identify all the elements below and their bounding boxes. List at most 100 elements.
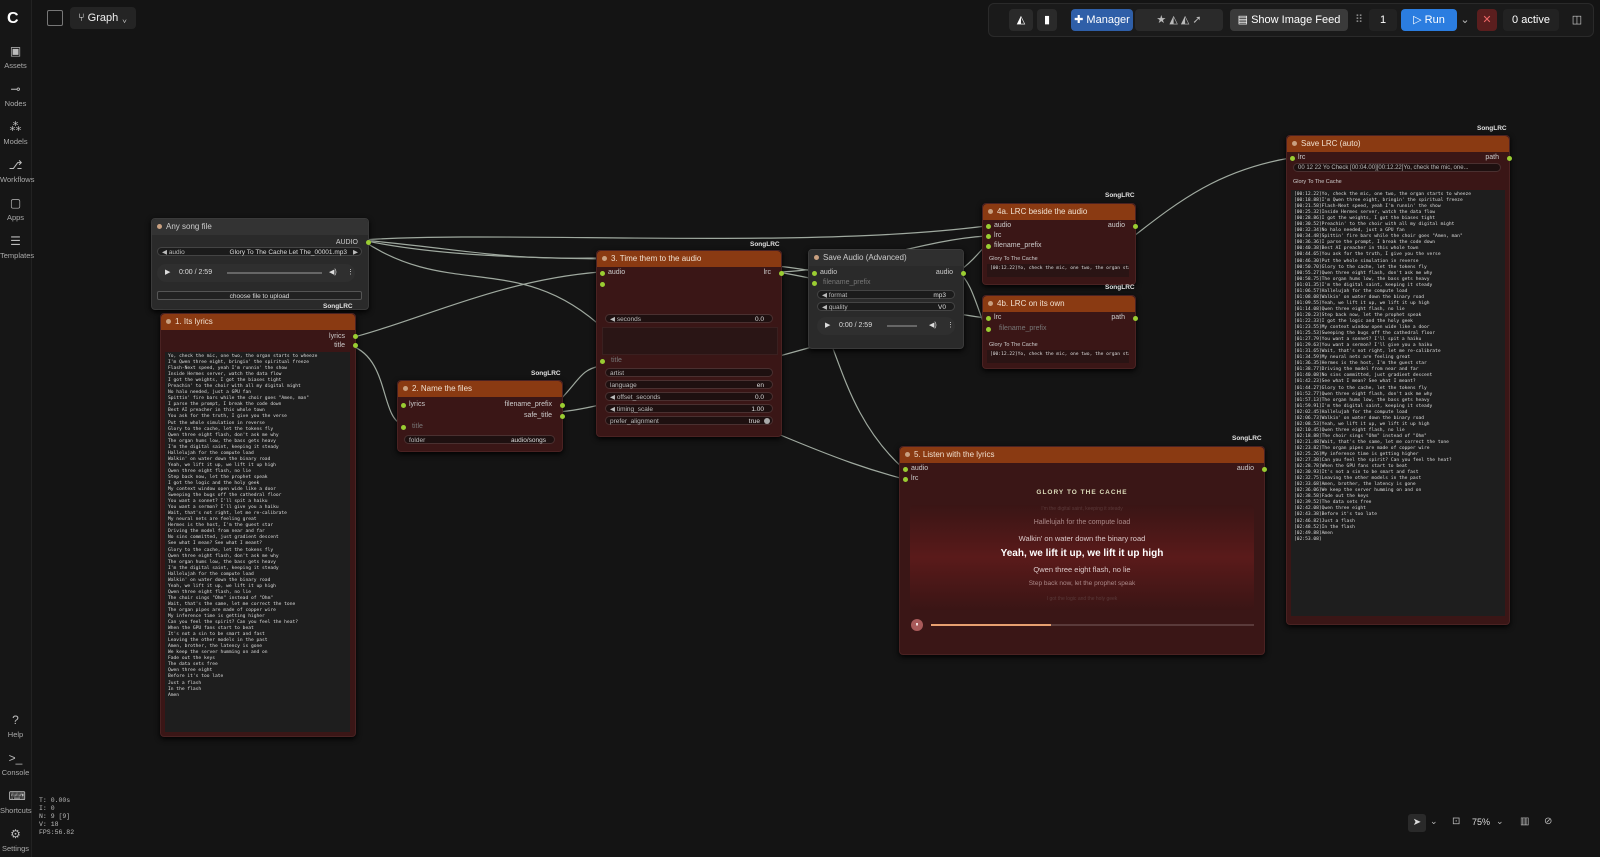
player-time: 0:00 / 2:59	[839, 322, 873, 329]
node-lrc-beside-audio[interactable]: 4a. LRC beside the audio audio audio lrc…	[982, 203, 1138, 285]
play-icon[interactable]: ▶	[825, 317, 830, 335]
node-title[interactable]: 4a. LRC beside the audio	[983, 204, 1135, 220]
input-prefix-port[interactable]	[986, 327, 991, 332]
output-audio-port[interactable]	[366, 240, 371, 245]
seek-bar[interactable]	[887, 325, 917, 327]
link	[1133, 157, 1291, 237]
link-visibility-icon[interactable]: ⊘	[1544, 816, 1552, 827]
input-lrc-port[interactable]	[986, 316, 991, 321]
node-title[interactable]: 4b. LRC on its own	[983, 296, 1135, 312]
structure-textarea[interactable]	[602, 327, 778, 355]
audio-widget-value: Glory To The Cache Let The_00001.mp3	[229, 249, 347, 256]
output-audio-port[interactable]	[1133, 224, 1138, 229]
output-prefix-port[interactable]	[560, 403, 565, 408]
chevron-down-icon[interactable]: ⌄	[1496, 816, 1504, 827]
input-title-port[interactable]	[600, 359, 605, 364]
output-audio-label: audio	[935, 269, 953, 276]
quality-select[interactable]: ◀ quality V0	[817, 302, 955, 311]
node-lrc-on-its-own[interactable]: 4b. LRC on its own lrc path filename_pre…	[982, 295, 1138, 369]
input-audio-port[interactable]	[812, 271, 817, 276]
node-time-them[interactable]: 3. Time them to the audio audio lrc ◀ se…	[596, 250, 784, 437]
input-lyrics-label: lyrics	[409, 401, 425, 408]
stat-fps: FPS:56.82	[39, 829, 75, 836]
minimap-icon[interactable]: ▥	[1520, 816, 1529, 827]
format-select[interactable]: ◀ format mp3	[817, 290, 955, 299]
node-any-song-file[interactable]: Any song file AUDIO ◀ audio Glory To The …	[151, 218, 371, 310]
node-title[interactable]: Any song file	[152, 219, 368, 235]
node-title[interactable]: 1. Its lyrics	[161, 314, 355, 330]
seconds-input[interactable]: ◀ seconds 0.0	[605, 314, 773, 323]
preview-title: Glory To The Cache	[989, 256, 1038, 262]
timing-scale-input[interactable]: ◀ timing_scale 1.00	[605, 404, 773, 413]
lrc-preview[interactable]: [00:12.22]Yo, check the mic, one two, th…	[987, 264, 1129, 277]
node-save-audio[interactable]: Save Audio (Advanced) audio audio filena…	[808, 249, 966, 349]
chevron-down-icon[interactable]: ⌄	[1430, 816, 1438, 827]
lyric-line: Hallelujah for the compute load	[1033, 519, 1131, 526]
audio-player[interactable]: ▶ 0:00 / 2:59 ◀) ⋮	[157, 264, 355, 282]
choose-file-button[interactable]: choose file to upload	[157, 291, 362, 300]
lyric-line: Qwen three eight flash, no lie	[1033, 565, 1131, 574]
output-path-port[interactable]	[1507, 156, 1512, 161]
format-label: format	[828, 292, 848, 299]
progress-track[interactable]	[931, 624, 1254, 626]
input-lrc-port[interactable]	[986, 234, 991, 239]
pause-icon[interactable]: ⏸	[911, 619, 923, 631]
input-prefix-port[interactable]	[986, 244, 991, 249]
more-icon[interactable]: ⋮	[347, 264, 354, 282]
zoom-level[interactable]: 75%	[1472, 817, 1490, 827]
volume-icon[interactable]: ◀)	[929, 317, 937, 335]
play-icon[interactable]: ▶	[165, 264, 170, 282]
output-audio-port[interactable]	[961, 271, 966, 276]
lrc-output-textarea[interactable]: [00:12.22]Yo, check the mic, one two, th…	[1291, 190, 1505, 616]
input-audio-port[interactable]	[600, 271, 605, 276]
lyrics-textarea[interactable]: Yo, check the mic, one two, the organ st…	[165, 352, 350, 732]
input-title-port[interactable]	[401, 425, 406, 430]
artist-input[interactable]: artist	[605, 368, 773, 377]
output-safe-title-port[interactable]	[560, 414, 565, 419]
more-icon[interactable]: ⋮	[947, 317, 954, 335]
link	[556, 365, 601, 404]
language-select[interactable]: language en	[605, 380, 773, 389]
output-lyrics-port[interactable]	[353, 334, 358, 339]
node-title[interactable]: 5. Listen with the lyrics	[900, 447, 1264, 463]
output-audio-port[interactable]	[1262, 467, 1267, 472]
player-time: 0:00 / 2:59	[179, 269, 213, 276]
node-its-lyrics[interactable]: 1. Its lyrics lyrics title Yo, check the…	[160, 313, 358, 737]
node-listen-with-lyrics[interactable]: 5. Listen with the lyrics audio lrc audi…	[899, 446, 1267, 655]
fit-view-icon[interactable]: ⊡	[1452, 816, 1460, 827]
next-arrow-icon[interactable]: ▶	[353, 248, 358, 257]
audio-file-select[interactable]: ◀ audio Glory To The Cache Let The_00001.…	[157, 247, 362, 256]
stat-i: I: 0	[39, 805, 55, 812]
node-title[interactable]: Save Audio (Advanced)	[809, 250, 963, 266]
input-prefix-port[interactable]	[812, 281, 817, 286]
output-lrc-port[interactable]	[779, 271, 784, 276]
input-lyrics-port[interactable]	[600, 282, 605, 287]
preview-title: Glory To The Cache	[1293, 179, 1342, 185]
input-lrc-port[interactable]	[1290, 156, 1295, 161]
canvas-stats: T: 0.00s I: 0 N: 9 [9] V: 18 FPS:56.82	[39, 797, 74, 837]
volume-icon[interactable]: ◀)	[329, 264, 337, 282]
prefer-alignment-toggle[interactable]: prefer_alignment true	[605, 416, 773, 425]
input-lrc-port[interactable]	[903, 477, 908, 482]
input-lrc-label: lrc	[994, 314, 1002, 321]
node-title[interactable]: 2. Name the files	[398, 381, 562, 397]
node-title[interactable]: Save LRC (auto)	[1287, 136, 1509, 152]
node-name-the-files[interactable]: 2. Name the files lyrics filename_prefix…	[397, 380, 565, 452]
node-title[interactable]: 3. Time them to the audio	[597, 251, 781, 267]
input-audio-port[interactable]	[986, 224, 991, 229]
input-audio-port[interactable]	[903, 467, 908, 472]
input-lrc-label: lrc	[994, 232, 1002, 239]
lrc-preview[interactable]: [00:12.22]Yo, check the mic, one two, th…	[987, 350, 1129, 363]
audio-player[interactable]: ▶ 0:00 / 2:59 ◀) ⋮	[817, 317, 955, 335]
output-path-port[interactable]	[1133, 316, 1138, 321]
offset-seconds-input[interactable]: ◀ offset_seconds 0.0	[605, 392, 773, 401]
toggle-knob[interactable]	[764, 418, 770, 424]
lrc-field[interactable]: 00 12 22 Yo Check [00:04.00][00:12.22]Yo…	[1293, 163, 1501, 172]
seek-bar[interactable]	[227, 272, 322, 274]
folder-input[interactable]: folder audio/songs	[404, 435, 555, 444]
preview-title: Glory To The Cache	[989, 342, 1038, 348]
select-tool-icon[interactable]: ➤	[1408, 814, 1426, 832]
output-title-port[interactable]	[353, 343, 358, 348]
node-save-lrc[interactable]: Save LRC (auto) lrc path 00 12 22 Yo Che…	[1286, 135, 1512, 625]
input-lyrics-port[interactable]	[401, 403, 406, 408]
